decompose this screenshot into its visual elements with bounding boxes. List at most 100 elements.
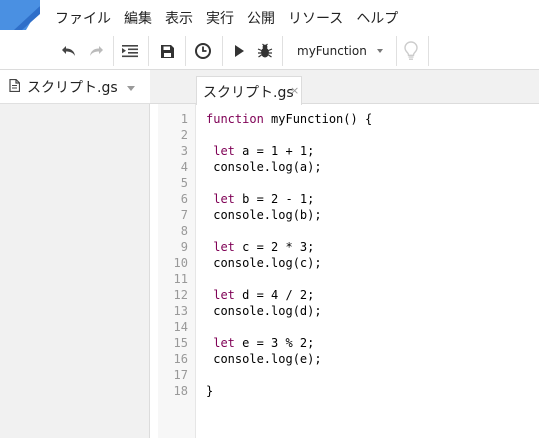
line-number: 8: [180, 224, 188, 238]
menu-edit[interactable]: 編集: [124, 9, 152, 29]
tab-script-gs[interactable]: スクリプト.gs ×: [196, 76, 302, 105]
menu-resources[interactable]: リソース: [288, 9, 343, 29]
code-content: console.log(a);: [206, 160, 322, 174]
hint-button[interactable]: [400, 38, 422, 64]
toolbar-separator: [396, 36, 397, 66]
code-content: console.log(e);: [206, 352, 322, 366]
tab-label: スクリプト.gs: [203, 85, 294, 101]
save-button[interactable]: [156, 38, 178, 64]
toolbar-separator: [428, 36, 429, 66]
code-content: e = 3 % 2;: [234, 336, 315, 350]
debug-button[interactable]: [254, 38, 276, 64]
code-line[interactable]: 17: [150, 367, 539, 383]
code-text: let b = 2 - 1;: [206, 191, 314, 207]
code-text: console.log(d);: [206, 303, 321, 319]
code-text: let d = 4 / 2;: [206, 287, 314, 303]
code-text: console.log(a);: [206, 159, 322, 175]
undo-button[interactable]: [58, 38, 80, 64]
code-line[interactable]: 15 let e = 3 % 2;: [150, 335, 539, 351]
run-icon: [234, 45, 244, 57]
function-select[interactable]: myFunction: [283, 38, 393, 64]
code-keyword: let: [206, 144, 235, 158]
chevron-down-icon[interactable]: [127, 86, 135, 91]
code-text: let a = 1 + 1;: [206, 143, 314, 159]
code-content: a = 1 + 1;: [234, 144, 315, 158]
toolbar-separator: [185, 36, 186, 66]
code-content: b = 2 - 1;: [234, 192, 315, 206]
code-keyword: let: [206, 240, 235, 254]
code-line[interactable]: 3 let a = 1 + 1;: [150, 143, 539, 159]
apps-script-logo-icon[interactable]: [0, 0, 40, 32]
redo-icon: [90, 46, 103, 56]
code-line[interactable]: 4 console.log(a);: [150, 159, 539, 175]
code-line[interactable]: 2: [150, 127, 539, 143]
code-line[interactable]: 5: [150, 175, 539, 191]
code-keyword: let: [206, 336, 235, 350]
document-icon: [9, 79, 20, 92]
line-number: 13: [173, 304, 188, 318]
code-text: let e = 3 % 2;: [206, 335, 314, 351]
code-line[interactable]: 18}: [150, 383, 539, 399]
code-text: console.log(e);: [206, 351, 322, 367]
menu-run[interactable]: 実行: [206, 9, 234, 29]
close-icon[interactable]: ×: [290, 85, 299, 97]
code-line[interactable]: 6 let b = 2 - 1;: [150, 191, 539, 207]
line-number: 10: [173, 256, 188, 270]
line-number: 3: [180, 144, 188, 158]
file-sidebar: スクリプト.gs: [0, 70, 150, 438]
code-content: c = 2 * 3;: [234, 240, 315, 254]
code-content: console.log(c);: [206, 256, 322, 270]
menu-publish[interactable]: 公開: [247, 9, 275, 29]
function-select-value: myFunction: [297, 44, 367, 58]
toolbar-separator: [148, 36, 149, 66]
line-number: 1: [180, 112, 188, 126]
lightbulb-icon: [404, 41, 418, 60]
code-line[interactable]: 10 console.log(c);: [150, 255, 539, 271]
line-number: 16: [173, 352, 188, 366]
code-content: myFunction() {: [263, 112, 373, 126]
menu-help[interactable]: ヘルプ: [356, 9, 398, 29]
undo-icon: [62, 46, 75, 56]
code-line[interactable]: 12 let d = 4 / 2;: [150, 287, 539, 303]
indent-button[interactable]: [119, 38, 141, 64]
code-text: let c = 2 * 3;: [206, 239, 314, 255]
code-editor[interactable]: 1 function myFunction() {2 3 let a = 1 + 1…: [150, 111, 539, 399]
menu-view[interactable]: 表示: [165, 9, 193, 29]
code-line[interactable]: 14: [150, 319, 539, 335]
line-number: 15: [173, 336, 188, 350]
code-content: console.log(b);: [206, 208, 322, 222]
redo-button[interactable]: [85, 38, 107, 64]
chevron-down-icon: [377, 49, 383, 53]
code-keyword: let: [206, 192, 235, 206]
code-line[interactable]: 11: [150, 271, 539, 287]
code-text: console.log(c);: [206, 255, 322, 271]
code-line[interactable]: 16 console.log(e);: [150, 351, 539, 367]
run-button[interactable]: [230, 38, 248, 64]
code-line[interactable]: 9 let c = 2 * 3;: [150, 239, 539, 255]
line-number: 4: [180, 160, 188, 174]
line-number: 11: [173, 272, 188, 286]
toolbar-separator: [113, 36, 114, 66]
code-line[interactable]: 7 console.log(b);: [150, 207, 539, 223]
code-keyword: function: [206, 112, 264, 126]
toolbar: myFunction: [0, 34, 539, 70]
sidebar-file-item[interactable]: スクリプト.gs: [0, 70, 150, 104]
code-line[interactable]: 8: [150, 223, 539, 239]
apps-script-editor: ファイル 編集 表示 実行 公開 リソース ヘルプ myFunction スクリ…: [0, 0, 539, 438]
code-content: }: [206, 384, 214, 398]
save-icon: [160, 44, 174, 58]
bug-icon: [257, 43, 273, 58]
triggers-button[interactable]: [191, 38, 215, 64]
line-number: 2: [180, 128, 188, 142]
sidebar-file-label: スクリプト.gs: [27, 80, 118, 96]
code-content: d = 4 / 2;: [234, 288, 315, 302]
line-number: 5: [180, 176, 188, 190]
code-line[interactable]: 13 console.log(d);: [150, 303, 539, 319]
menu-file[interactable]: ファイル: [55, 9, 111, 29]
toolbar-separator: [222, 36, 223, 66]
code-text: console.log(b);: [206, 207, 322, 223]
code-line[interactable]: 1 function myFunction() {: [150, 111, 539, 127]
menu-bar: ファイル 編集 表示 実行 公開 リソース ヘルプ: [0, 0, 539, 36]
code-keyword: let: [206, 288, 235, 302]
line-number: 18: [173, 384, 188, 398]
